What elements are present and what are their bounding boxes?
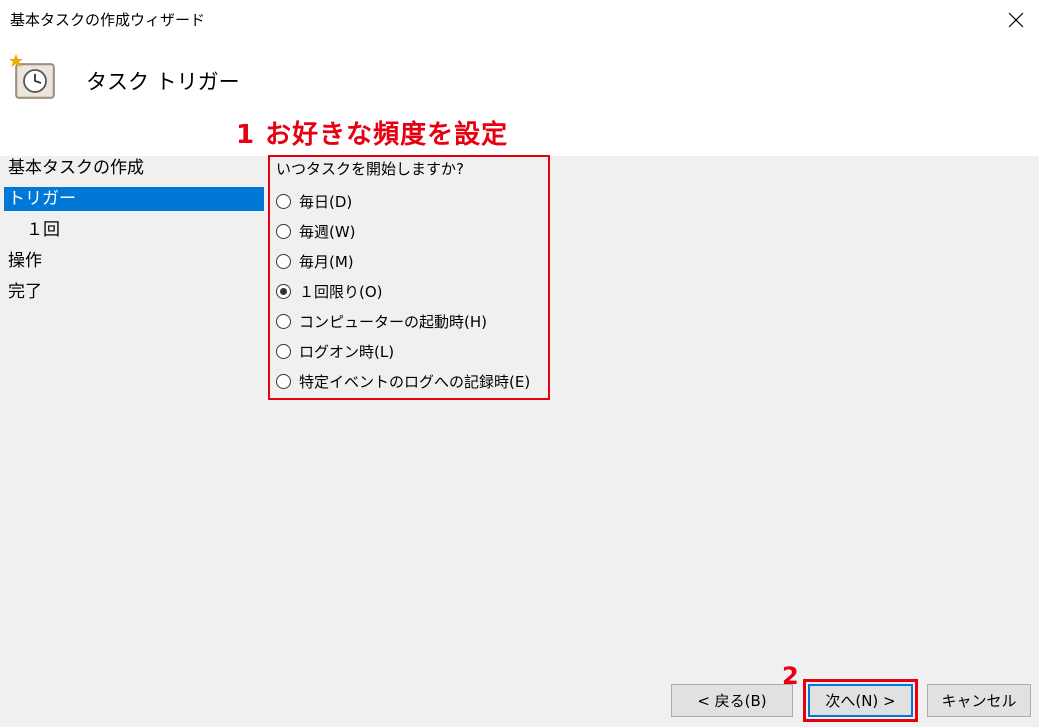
page-title: タスク トリガー	[86, 70, 240, 94]
sidebar-item-finish[interactable]: 完了	[4, 280, 264, 304]
sidebar-item-action[interactable]: 操作	[4, 249, 264, 273]
annotation-step-1: 1 お好きな頻度を設定	[236, 120, 509, 150]
sidebar-item-create-basic-task[interactable]: 基本タスクの作成	[4, 156, 264, 180]
wizard-header: タスク トリガー 1 お好きな頻度を設定	[0, 40, 1039, 156]
cancel-button[interactable]: キャンセル	[927, 684, 1031, 717]
close-button[interactable]	[993, 0, 1039, 40]
annotation-highlight-next	[803, 679, 918, 722]
close-icon	[1008, 12, 1024, 28]
title-bar: 基本タスクの作成ウィザード	[0, 0, 1039, 40]
back-button[interactable]: < 戻る(B)	[671, 684, 793, 717]
task-scheduler-clock-icon	[9, 54, 55, 99]
sidebar-item-trigger[interactable]: トリガー	[4, 187, 264, 211]
annotation-highlight-options	[268, 155, 550, 400]
sidebar-item-one-time[interactable]: １回	[4, 218, 264, 242]
window-title: 基本タスクの作成ウィザード	[10, 11, 206, 29]
